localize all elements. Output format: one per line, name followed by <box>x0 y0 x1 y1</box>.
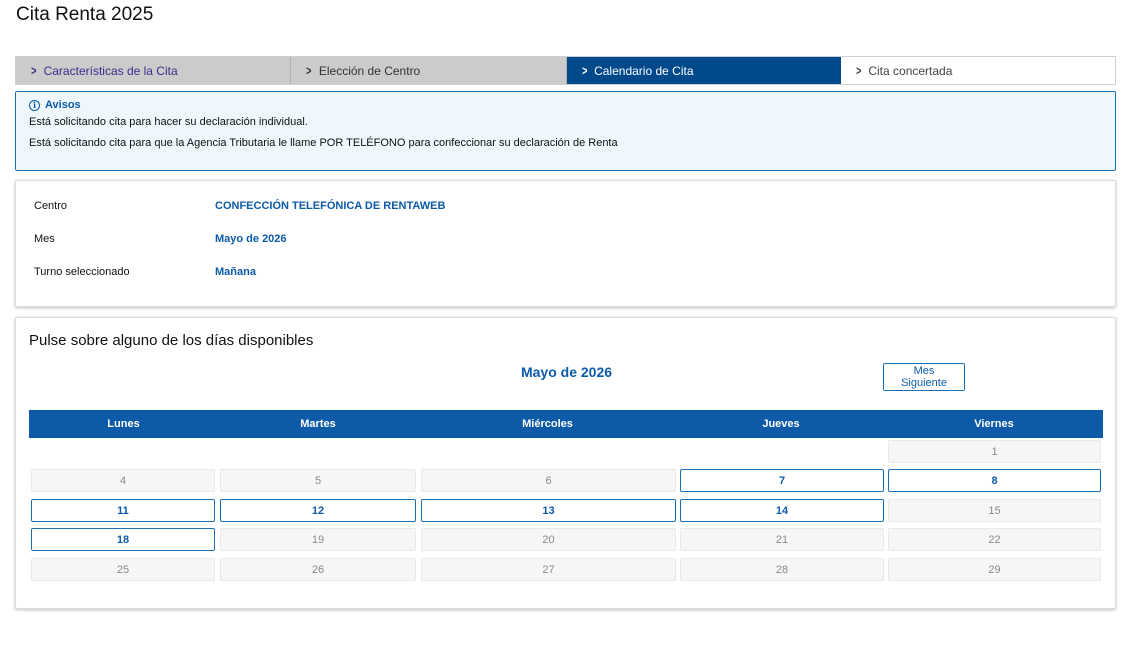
calendar-day-disabled: 20 <box>421 528 676 551</box>
avisos-header: i Avisos <box>29 98 1102 112</box>
calendar-day-available[interactable]: 18 <box>31 528 215 551</box>
detail-value: Mañana <box>215 266 256 278</box>
weekday-label: Martes <box>300 418 336 430</box>
calendar-day-disabled: 19 <box>220 528 416 551</box>
step-calendario: > Calendario de Cita <box>566 57 841 84</box>
detail-row-centro: Centro CONFECCIÓN TELEFÓNICA DE RENTAWEB <box>34 200 634 212</box>
step-cita-concertada: > Cita concertada <box>840 57 1115 84</box>
calendar-day-disabled: 25 <box>31 558 215 581</box>
weekday-label: Lunes <box>107 418 140 430</box>
calendar-day-available[interactable]: 12 <box>220 499 416 522</box>
weekday-header: Lunes Martes Miércoles Jueves Viernes <box>29 410 1103 438</box>
step-label: Calendario de Cita <box>594 63 694 78</box>
info-icon: i <box>29 99 40 111</box>
calendar-day-available[interactable]: 8 <box>888 469 1101 492</box>
page-title: Cita Renta 2025 <box>16 4 154 25</box>
detail-value: CONFECCIÓN TELEFÓNICA DE RENTAWEB <box>215 200 446 212</box>
chevron-right-icon: > <box>31 63 37 78</box>
calendar-day-disabled: 29 <box>888 558 1101 581</box>
detail-label: Turno seleccionado <box>34 266 130 278</box>
calendar-day-disabled: 21 <box>680 528 884 551</box>
calendar-day-disabled: 26 <box>220 558 416 581</box>
appointment-details: Centro CONFECCIÓN TELEFÓNICA DE RENTAWEB… <box>15 180 1116 307</box>
calendar-day-available[interactable]: 13 <box>421 499 676 522</box>
step-label: Elección de Centro <box>318 63 421 78</box>
calendar-day-disabled: 27 <box>421 558 676 581</box>
calendar-day-disabled: 15 <box>888 499 1101 522</box>
calendar-day-available[interactable]: 11 <box>31 499 215 522</box>
avisos-title: Avisos <box>45 99 81 111</box>
calendar-day-available[interactable]: 7 <box>680 469 884 492</box>
calendar-day-disabled: 4 <box>31 469 215 492</box>
detail-label: Centro <box>34 200 68 212</box>
chevron-right-icon: > <box>581 63 587 78</box>
step-label: Características de la Cita <box>43 63 178 78</box>
chevron-right-icon: > <box>855 63 862 78</box>
calendar-day-disabled: 5 <box>220 469 416 492</box>
detail-label: Mes <box>34 233 55 245</box>
detail-row-mes: Mes Mayo de 2026 <box>34 233 634 245</box>
detail-value: Mayo de 2026 <box>215 233 287 245</box>
weekday-label: Viernes <box>974 418 1014 430</box>
calendar-day-disabled: 1 <box>888 440 1101 463</box>
calendar-day-disabled: 22 <box>888 528 1101 551</box>
aviso-line: Está solicitando cita para que la Agenci… <box>29 137 618 149</box>
weekday-label: Jueves <box>762 418 800 430</box>
avisos-panel: i Avisos Está solicitando cita para hace… <box>15 91 1116 171</box>
detail-row-turno: Turno seleccionado Mañana <box>34 266 634 278</box>
step-label: Cita concertada <box>868 63 953 78</box>
calendar-day-available[interactable]: 14 <box>680 499 884 522</box>
step-eleccion-centro[interactable]: > Elección de Centro <box>291 57 567 84</box>
step-caracteristicas[interactable]: > Características de la Cita <box>16 57 292 84</box>
next-month-button[interactable]: Mes Siguiente <box>883 363 965 391</box>
aviso-line: Está solicitando cita para hacer su decl… <box>29 116 308 128</box>
weekday-label: Miércoles <box>522 418 573 430</box>
chevron-right-icon: > <box>306 63 312 78</box>
calendar-day-disabled: 28 <box>680 558 884 581</box>
calendar-panel: Pulse sobre alguno de los días disponibl… <box>15 317 1116 609</box>
calendar-instruction: Pulse sobre alguno de los días disponibl… <box>29 332 314 349</box>
progress-steps: > Características de la Cita > Elección … <box>15 56 1116 85</box>
calendar-day-disabled: 6 <box>421 469 676 492</box>
